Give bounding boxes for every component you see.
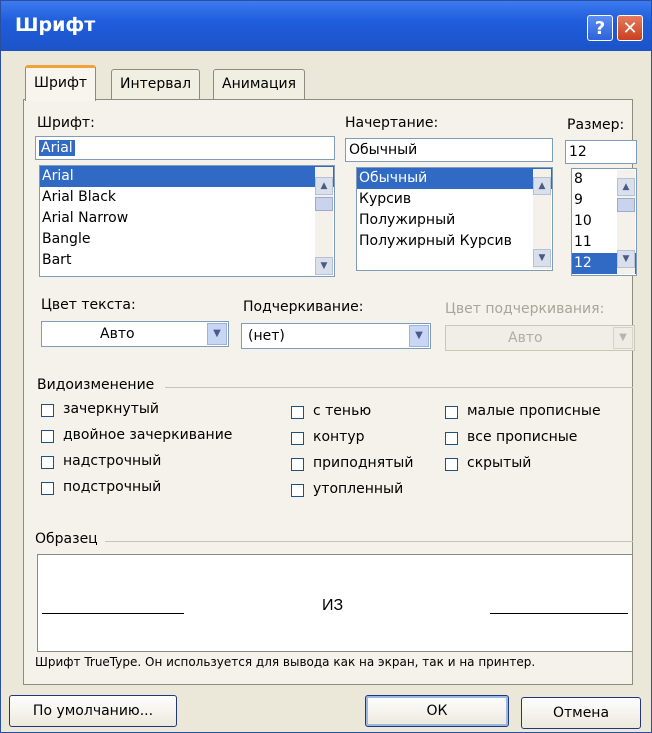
font-list-scrollbar[interactable]: ▲ ▼ xyxy=(315,167,333,275)
tab-animation[interactable]: Анимация xyxy=(213,69,306,99)
subscript-label: подстрочный xyxy=(63,479,162,495)
style-list-scrollbar[interactable]: ▲ ▼ xyxy=(533,169,551,269)
strikethrough-label: зачеркнутый xyxy=(63,401,159,417)
shadow-label: с тенью xyxy=(313,403,372,419)
checkbox-small-caps[interactable] xyxy=(445,406,458,419)
font-list-item[interactable]: Bart xyxy=(40,250,334,271)
hidden-label: скрытый xyxy=(467,455,532,471)
ok-button[interactable]: ОК xyxy=(365,695,509,727)
scroll-down-icon[interactable]: ▼ xyxy=(315,257,333,275)
superscript-label: надстрочный xyxy=(63,453,162,469)
default-button[interactable]: По умолчанию... xyxy=(9,695,177,727)
checkbox-emboss[interactable] xyxy=(291,458,304,471)
size-list[interactable]: 8 9 10 11 12 ▲ ▼ xyxy=(571,168,637,276)
help-icon[interactable]: ? xyxy=(587,15,613,41)
cancel-button[interactable]: Отмена xyxy=(521,697,641,729)
font-dialog: Шрифт ? ✕ Шрифт Интервал Анимация Шрифт:… xyxy=(0,0,652,733)
style-list-item[interactable]: Полужирный xyxy=(357,210,552,231)
engrave-label: утопленный xyxy=(313,481,404,497)
style-list-item[interactable]: Полужирный Курсив xyxy=(357,231,552,252)
close-icon[interactable]: ✕ xyxy=(617,15,643,41)
outline-label: контур xyxy=(313,429,365,445)
chevron-down-icon[interactable]: ▼ xyxy=(207,323,227,345)
scroll-up-icon[interactable]: ▲ xyxy=(617,178,635,196)
font-list-item[interactable]: Arial xyxy=(40,166,334,187)
font-list-item[interactable]: Arial Narrow xyxy=(40,208,334,229)
checkbox-strikethrough[interactable] xyxy=(41,404,54,417)
window-title: Шрифт xyxy=(15,14,96,36)
checkbox-shadow[interactable] xyxy=(291,406,304,419)
preview-box: ИЗ xyxy=(37,554,633,652)
size-input[interactable]: 12 xyxy=(565,140,637,164)
size-list-scrollbar[interactable]: ▲ ▼ xyxy=(617,170,635,274)
scroll-down-icon[interactable]: ▼ xyxy=(617,250,635,268)
style-input[interactable]: Обычный xyxy=(345,138,553,162)
preview-baseline-right xyxy=(490,613,628,614)
effects-label: Видоизменение xyxy=(37,377,155,393)
checkbox-subscript[interactable] xyxy=(41,482,54,495)
text-color-value: Авто xyxy=(100,326,135,342)
font-label: Шрифт: xyxy=(37,115,95,131)
font-name-input[interactable]: Arial xyxy=(35,136,335,160)
emboss-label: приподнятый xyxy=(313,455,414,471)
checkbox-superscript[interactable] xyxy=(41,456,54,469)
checkbox-engrave[interactable] xyxy=(291,484,304,497)
preview-label: Образец xyxy=(35,531,98,547)
scroll-up-icon[interactable]: ▲ xyxy=(533,177,551,195)
small-caps-label: малые прописные xyxy=(467,403,601,419)
style-list[interactable]: Обычный Курсив Полужирный Полужирный Кур… xyxy=(356,167,553,271)
font-list-item[interactable]: Arial Black xyxy=(40,187,334,208)
underline-color-value: Авто xyxy=(508,330,543,346)
underline-label: Подчеркивание: xyxy=(243,299,364,315)
chevron-down-icon: ▼ xyxy=(613,327,633,349)
font-list[interactable]: Arial Arial Black Arial Narrow Bangle Ba… xyxy=(39,165,335,277)
underline-value: (нет) xyxy=(248,328,285,344)
scroll-thumb[interactable] xyxy=(315,197,333,211)
text-color-label: Цвет текста: xyxy=(41,297,136,313)
underline-color-select: Авто ▼ xyxy=(445,325,635,351)
truetype-note: Шрифт TrueType. Он используется для выво… xyxy=(35,655,536,669)
scroll-thumb[interactable] xyxy=(617,198,635,212)
checkbox-outline[interactable] xyxy=(291,432,304,445)
style-list-item[interactable]: Курсив xyxy=(357,189,552,210)
preview-sample-text: ИЗ xyxy=(322,597,344,614)
style-list-item[interactable]: Обычный xyxy=(357,168,552,189)
font-list-item[interactable]: Bangle xyxy=(40,229,334,250)
font-name-value: Arial xyxy=(39,140,75,156)
underline-color-label: Цвет подчеркивания: xyxy=(445,301,605,317)
group-divider xyxy=(105,541,633,542)
preview-baseline-left xyxy=(42,613,184,614)
text-color-select[interactable]: Авто ▼ xyxy=(41,321,229,347)
all-caps-label: все прописные xyxy=(467,429,578,445)
chevron-down-icon[interactable]: ▼ xyxy=(409,325,429,347)
title-bar[interactable]: Шрифт ? ✕ xyxy=(1,1,651,51)
checkbox-hidden[interactable] xyxy=(445,458,458,471)
tab-font[interactable]: Шрифт xyxy=(25,65,97,101)
scroll-down-icon[interactable]: ▼ xyxy=(533,249,551,267)
underline-select[interactable]: (нет) ▼ xyxy=(241,323,431,349)
checkbox-all-caps[interactable] xyxy=(445,432,458,445)
style-label: Начертание: xyxy=(345,115,439,131)
tab-spacing[interactable]: Интервал xyxy=(111,69,201,99)
scroll-up-icon[interactable]: ▲ xyxy=(315,177,333,195)
group-divider xyxy=(165,387,633,388)
double-strikethrough-label: двойное зачеркивание xyxy=(63,427,233,443)
checkbox-double-strikethrough[interactable] xyxy=(41,430,54,443)
size-label: Размер: xyxy=(567,117,625,133)
